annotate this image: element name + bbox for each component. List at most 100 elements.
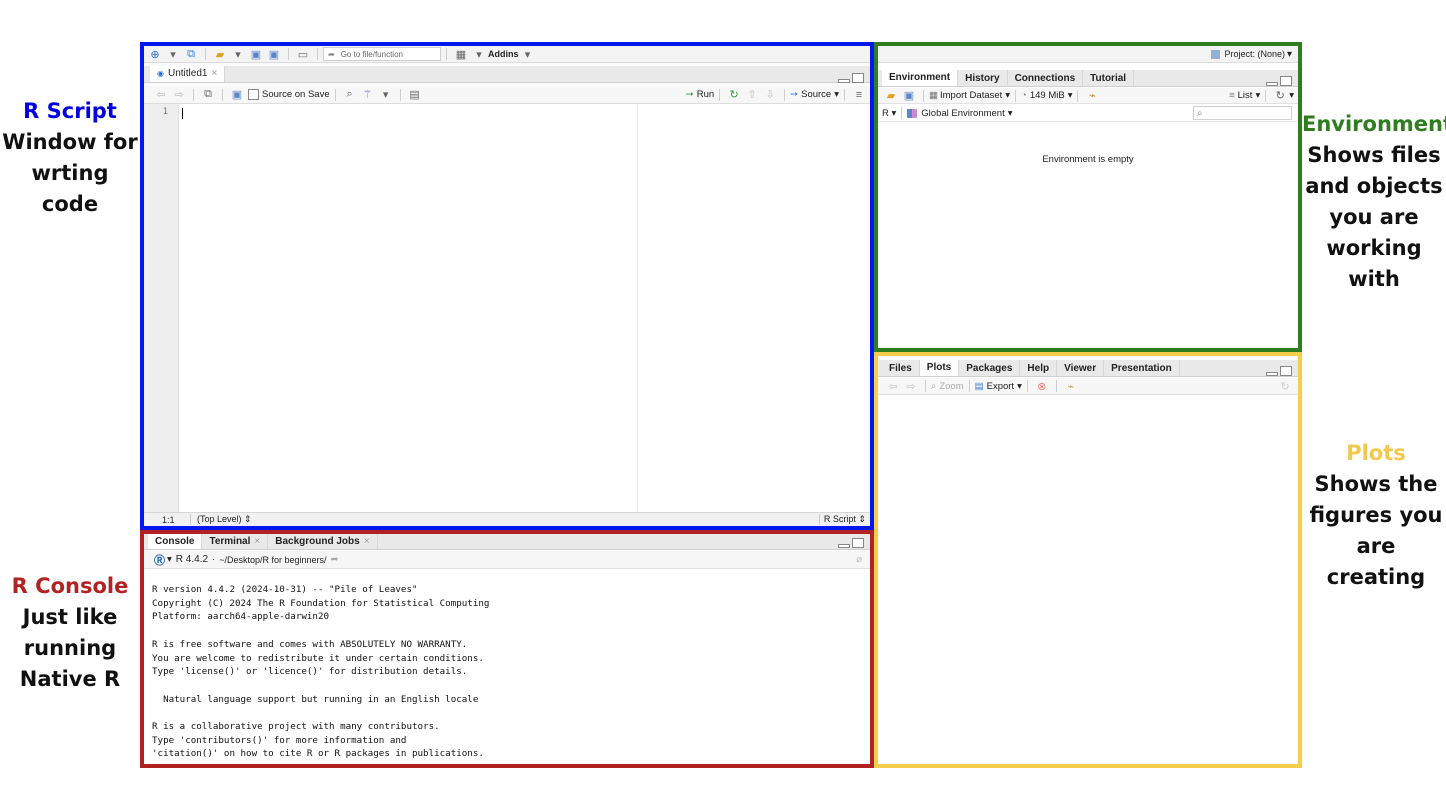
console-output-line: Type 'contributors()' for more informati…	[152, 734, 407, 746]
chevron-down-icon[interactable]: ▾	[379, 88, 393, 102]
tab-tutorial[interactable]: Tutorial	[1083, 70, 1135, 86]
line-gutter: 1	[144, 104, 179, 512]
chevron-down-icon: ▾	[1007, 107, 1013, 119]
tab-terminal[interactable]: Terminal ×	[202, 534, 269, 549]
goto-file-input[interactable]: ➦ Go to file/function	[323, 47, 441, 61]
margin-line	[637, 104, 638, 512]
export-label: Export	[986, 380, 1015, 392]
load-workspace-icon[interactable]: ▰	[884, 89, 898, 103]
zoom-button[interactable]: ⌕ Zoom	[931, 381, 964, 392]
environment-minmax[interactable]	[1266, 76, 1292, 86]
save-all-icon[interactable]: ▣	[267, 47, 281, 61]
project-label[interactable]: Project: (None)	[1224, 49, 1285, 59]
export-button[interactable]: ▤ Export ▾	[975, 381, 1022, 392]
tab-viewer[interactable]: Viewer	[1057, 360, 1105, 376]
close-icon[interactable]: ×	[211, 68, 217, 79]
toolbar-divider	[784, 88, 786, 101]
tab-packages[interactable]: Packages	[959, 360, 1021, 376]
memory-usage[interactable]: ◔ 149 MiB ▾	[1021, 90, 1072, 101]
new-file-icon[interactable]: ⊕	[148, 47, 162, 61]
new-project-icon[interactable]: ⧉	[184, 47, 198, 61]
tab-background-jobs[interactable]: Background Jobs ×	[268, 534, 378, 549]
search-icon[interactable]: ⌕	[343, 88, 357, 102]
tab-files[interactable]: Files	[882, 360, 920, 376]
table-import-icon: ▦	[929, 90, 938, 101]
save-icon[interactable]: ▣	[230, 88, 244, 102]
go-to-directory-icon[interactable]: ➦	[331, 554, 339, 565]
source-on-save-checkbox[interactable]	[248, 89, 259, 100]
console-minmax[interactable]	[838, 538, 864, 548]
tab-presentation[interactable]: Presentation	[1104, 360, 1180, 376]
console-frame: Console Terminal × Background Jobs × Ⓡ ▾ R…	[140, 530, 874, 768]
tab-environment[interactable]: Environment	[882, 70, 959, 86]
chevron-down-icon[interactable]: ▾	[166, 47, 180, 61]
next-plot-icon[interactable]: ⇨	[904, 379, 918, 393]
up-arrow-icon[interactable]: ⇧	[745, 88, 759, 102]
grid-layout-icon[interactable]: ▦	[454, 47, 468, 61]
chevron-down-icon[interactable]: ▾	[472, 47, 486, 61]
tab-history[interactable]: History	[958, 70, 1008, 86]
addins-menu[interactable]: Addins	[488, 49, 519, 59]
down-arrow-icon[interactable]: ⇩	[763, 88, 777, 102]
save-icon[interactable]: ▣	[902, 89, 916, 103]
chevron-down-icon[interactable]: ▾	[521, 47, 535, 61]
open-file-icon[interactable]: ▰	[213, 47, 227, 61]
tab-untitled1-label: Untitled1	[167, 68, 208, 79]
forward-arrow-icon[interactable]: ⇨	[172, 88, 186, 102]
file-type-selector[interactable]: R Script ⇕	[818, 514, 870, 525]
outline-icon[interactable]: ≡	[852, 88, 866, 102]
console-output-line: Type 'license()' or 'licence()' for dist…	[152, 666, 468, 678]
show-in-window-icon[interactable]: ⧉	[201, 88, 215, 102]
toolbar-divider	[1015, 89, 1017, 102]
tab-connections[interactable]: Connections	[1008, 70, 1084, 86]
language-selector[interactable]: R ▾	[882, 108, 896, 119]
tab-plots[interactable]: Plots	[919, 360, 960, 376]
toolbar-divider	[719, 88, 721, 101]
refresh-icon[interactable]: ↻	[1278, 379, 1292, 393]
list-view-selector[interactable]: ≡ List ▾	[1229, 90, 1260, 101]
import-dataset-button[interactable]: ▦ Import Dataset ▾	[929, 90, 1010, 101]
save-icon[interactable]: ▣	[249, 47, 263, 61]
previous-plot-icon[interactable]: ⇦	[886, 379, 900, 393]
tab-untitled1[interactable]: ◉ Untitled1 ×	[150, 66, 226, 82]
chevron-down-icon[interactable]: ▾	[1289, 90, 1294, 101]
close-icon[interactable]: ×	[364, 536, 370, 547]
magic-wand-icon[interactable]: ⚚	[361, 88, 375, 102]
print-icon[interactable]: ▭	[296, 47, 310, 61]
refresh-icon[interactable]: ↻	[1273, 89, 1287, 103]
tab-tutorial-label: Tutorial	[1090, 72, 1127, 84]
environment-search-input[interactable]: ⌕	[1193, 106, 1292, 120]
close-icon[interactable]: ×	[254, 536, 260, 547]
run-button[interactable]: ➙ Run	[686, 89, 714, 100]
tab-help-label: Help	[1027, 362, 1050, 374]
compile-report-icon[interactable]: ▤	[408, 88, 422, 102]
plots-minmax[interactable]	[1266, 366, 1292, 376]
script-minmax[interactable]	[838, 73, 864, 83]
chevron-down-icon: ▾	[834, 89, 839, 100]
clear-console-icon[interactable]: ⌀	[856, 554, 862, 565]
source-button[interactable]: ➙ Source ▾	[790, 89, 839, 100]
chevron-down-icon[interactable]: ▾	[167, 554, 172, 565]
plots-frame: Files Plots Packages Help Viewer Present…	[874, 352, 1302, 768]
code-editor[interactable]	[180, 104, 870, 512]
toolbar-divider	[317, 48, 318, 60]
scope-selector[interactable]: (Top Level) ⇕	[190, 514, 252, 525]
tab-console[interactable]: Console	[148, 534, 203, 549]
scope-selector[interactable]: Global Environment ▾	[907, 107, 1013, 119]
tab-help[interactable]: Help	[1020, 360, 1058, 376]
chevron-down-icon[interactable]: ▾	[1287, 49, 1292, 60]
back-arrow-icon[interactable]: ⇦	[154, 88, 168, 102]
chevron-down-icon[interactable]: ▾	[231, 47, 245, 61]
annotation-console-line: Native R	[19, 667, 121, 691]
console-output[interactable]: R version 4.4.2 (2024-10-31) -- "Pile of…	[152, 583, 866, 761]
remove-plot-icon[interactable]: ⊗	[1035, 379, 1049, 393]
working-directory[interactable]: ~/Desktop/R for beginners/	[219, 555, 326, 565]
console-output-line: Copyright (C) 2024 The R Foundation for …	[152, 597, 490, 609]
tab-viewer-label: Viewer	[1064, 362, 1097, 374]
broom-icon[interactable]: ⌁	[1085, 89, 1099, 103]
broom-icon[interactable]: ⌁	[1064, 379, 1078, 393]
tab-terminal-label: Terminal	[209, 536, 251, 547]
rerun-icon[interactable]: ↻	[727, 88, 741, 102]
main-toolbar: ⊕ ▾ ⧉ ▰ ▾ ▣ ▣ ▭ ➦ Go to file/function ▦ …	[144, 46, 870, 63]
